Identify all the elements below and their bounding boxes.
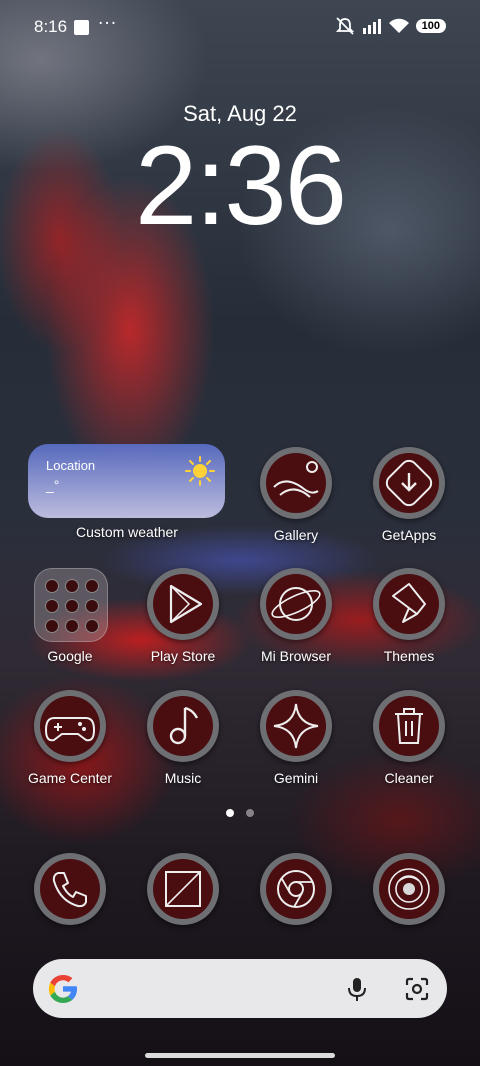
app-label: Google [47, 648, 93, 664]
music-note-icon [169, 706, 199, 745]
gemini-star-icon [273, 703, 319, 749]
getapps-icon [385, 459, 433, 507]
weather-temperature: _° [46, 477, 60, 493]
sun-icon [185, 456, 215, 486]
weather-widget-label: Custom weather [76, 524, 178, 540]
page-indicator [226, 809, 254, 817]
status-time: 8:16 [34, 17, 68, 36]
clock-widget[interactable]: 2:36 [0, 130, 480, 242]
gesture-navigation-bar[interactable] [145, 1053, 335, 1058]
app-label: Cleaner [384, 770, 434, 786]
page-dot-active[interactable] [226, 809, 234, 817]
google-folder[interactable] [34, 568, 108, 642]
battery-indicator: 100 [415, 19, 446, 33]
app-label: GetApps [381, 527, 437, 543]
google-logo-icon [48, 975, 77, 1003]
phone-icon [52, 872, 87, 908]
messages-icon [165, 871, 201, 907]
app-label: Music [164, 770, 202, 786]
app-label: Play Store [150, 648, 216, 664]
folder-app-icon [45, 579, 59, 593]
status-bar: 8:16 ··· 100 [0, 0, 480, 56]
folder-app-icon [85, 619, 99, 633]
folder-app-icon [45, 599, 59, 613]
mute-icon [335, 17, 354, 35]
gamepad-icon [44, 717, 96, 742]
folder-app-icon [45, 619, 59, 633]
chrome-icon [277, 870, 315, 908]
gallery-icon [273, 461, 319, 498]
app-label: Themes [383, 648, 435, 664]
app-label: Gallery [273, 527, 319, 543]
folder-app-icon [85, 599, 99, 613]
play-store-icon [169, 584, 203, 624]
notification-icon [74, 20, 89, 35]
weather-widget[interactable]: Location _° [28, 444, 225, 518]
signal-icon [362, 19, 381, 34]
google-search-bar[interactable] [33, 959, 447, 1018]
folder-app-icon [85, 579, 99, 593]
microphone-icon[interactable] [343, 975, 371, 1003]
app-label: Gemini [273, 770, 319, 786]
page-dot[interactable] [246, 809, 254, 817]
app-label: Game Center [27, 770, 113, 786]
app-label: Mi Browser [260, 648, 331, 664]
folder-app-icon [65, 579, 79, 593]
weather-location: Location [46, 458, 96, 473]
themes-icon [392, 583, 426, 623]
folder-app-icon [65, 619, 79, 633]
more-notifications-icon: ··· [98, 14, 118, 34]
folder-app-icon [65, 599, 79, 613]
browser-icon [271, 587, 321, 621]
lens-icon[interactable] [403, 975, 431, 1003]
camera-icon [388, 868, 430, 910]
trash-icon [395, 708, 423, 744]
wifi-icon [388, 18, 409, 33]
